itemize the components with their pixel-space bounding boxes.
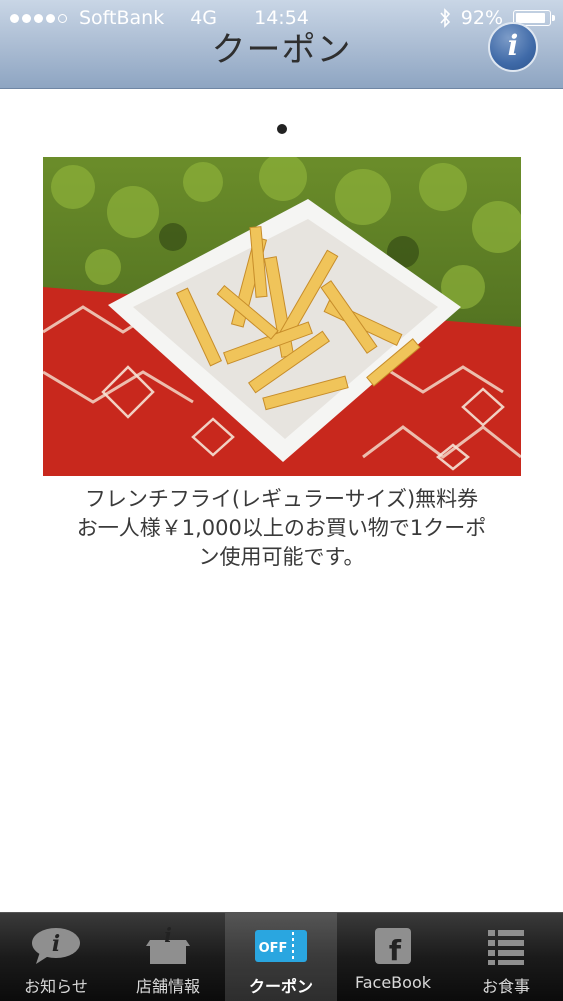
- tab-facebook[interactable]: f FaceBook: [337, 913, 449, 1001]
- tab-food-menu-label: お食事: [481, 977, 530, 996]
- svg-text:f: f: [389, 934, 402, 966]
- tab-news-label: お知らせ: [24, 977, 88, 996]
- tab-coupon-label: クーポン: [248, 977, 313, 996]
- menu-list-icon: [488, 930, 524, 965]
- tab-store-info[interactable]: i 店舗情報: [112, 913, 224, 1001]
- coupon-description: フレンチフライ(レギュラーサイズ)無料券 お一人様￥1,000以上のお買い物で1…: [40, 485, 523, 572]
- tab-store-info-label: 店舗情報: [135, 977, 200, 996]
- svg-text:OFF: OFF: [259, 941, 288, 956]
- tab-coupon[interactable]: OFF クーポン: [225, 913, 337, 1001]
- coupon-off-ticket-icon: OFF: [255, 930, 307, 962]
- facebook-icon: f: [375, 928, 411, 966]
- coupon-image: [43, 157, 521, 476]
- page-title: クーポン: [211, 30, 352, 70]
- tab-facebook-label: FaceBook: [355, 973, 431, 992]
- tab-bar: i お知らせ i 店舗情報 OFF クーポン f FaceBook お食事: [0, 912, 563, 1001]
- info-button[interactable]: i: [488, 22, 538, 72]
- page-indicator-dot: [277, 124, 287, 134]
- tab-food-menu[interactable]: お食事: [450, 913, 562, 1001]
- speech-bubble-info-icon: i: [32, 928, 80, 964]
- coupon-title-line: フレンチフライ(レギュラーサイズ)無料券: [84, 487, 479, 511]
- coupon-condition-line: お一人様￥1,000以上のお買い物で1クーポ: [76, 516, 487, 540]
- svg-text:i: i: [52, 931, 60, 957]
- coupon-condition-line-2: ン使用可能です。: [198, 545, 365, 569]
- nav-header: SoftBank 4G 14:54 92% クーポン i: [0, 0, 563, 89]
- tab-news[interactable]: i お知らせ: [0, 913, 112, 1001]
- svg-text:i: i: [164, 926, 172, 947]
- store-info-icon: i: [146, 926, 190, 964]
